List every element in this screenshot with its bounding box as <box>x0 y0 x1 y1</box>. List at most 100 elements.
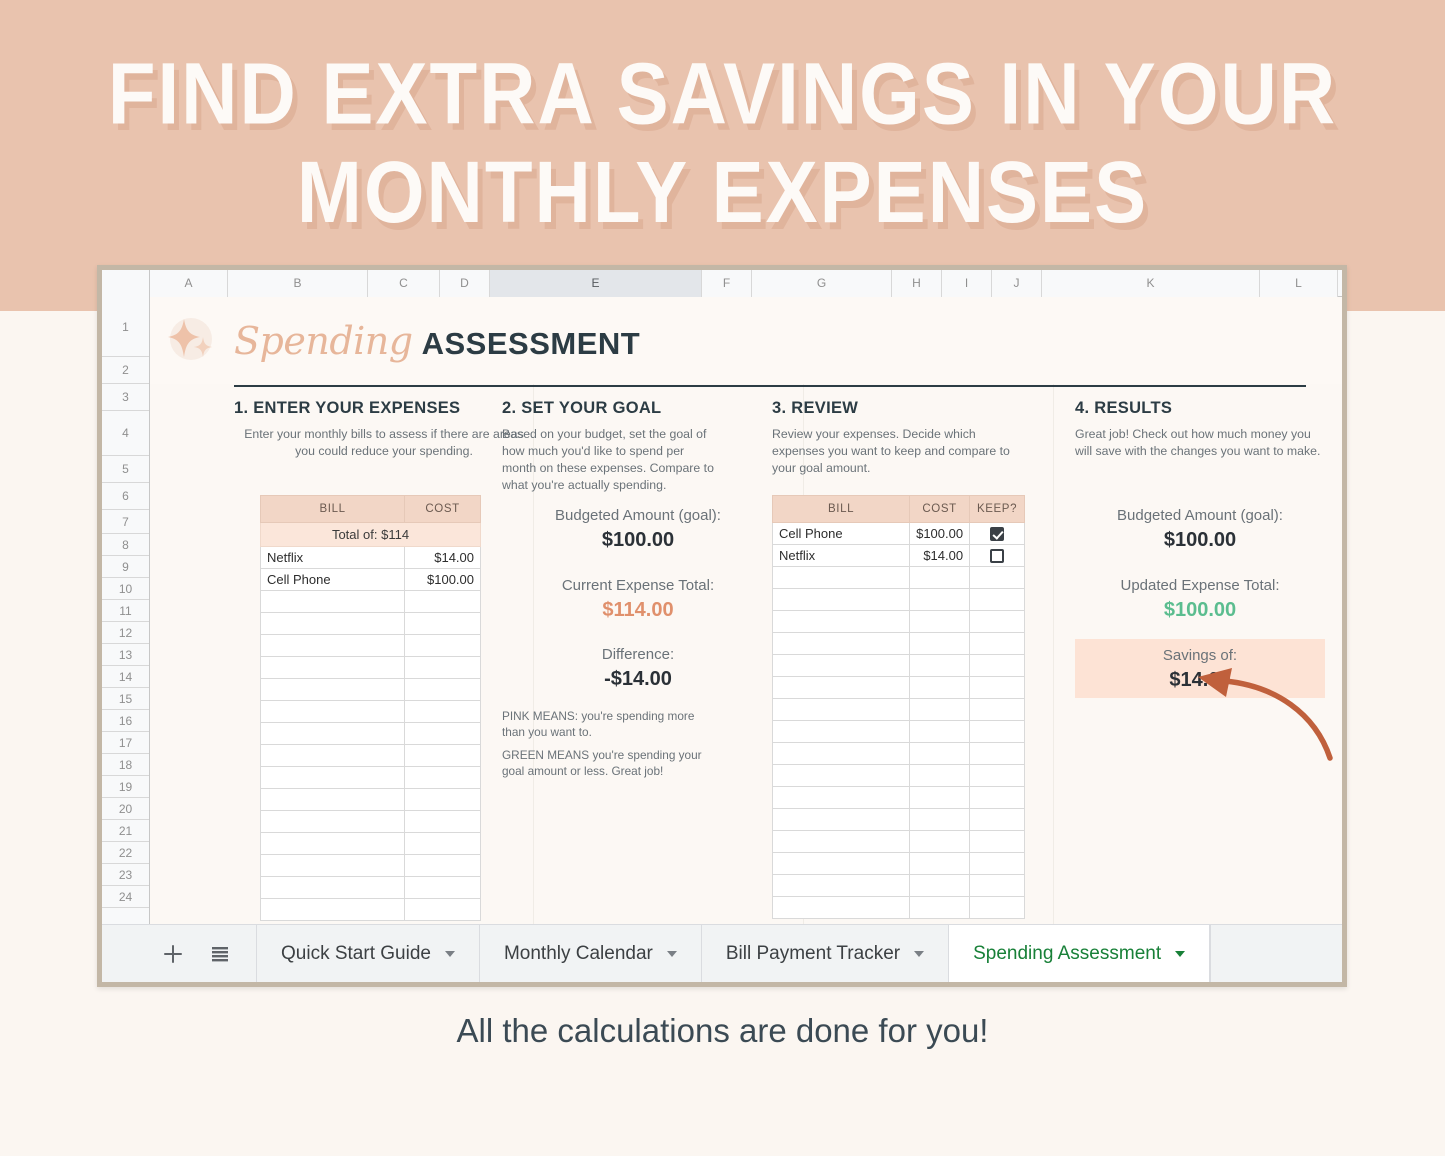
table-row-empty[interactable] <box>771 830 1025 853</box>
column-header-k[interactable]: K <box>1042 270 1260 297</box>
review-keep-cell[interactable] <box>969 544 1025 567</box>
table-row-empty[interactable] <box>771 654 1025 677</box>
row-header-9[interactable]: 9 <box>102 556 149 578</box>
review-bill-cell[interactable] <box>771 632 911 655</box>
expense-cost-cell[interactable] <box>404 832 481 855</box>
expense-bill-cell[interactable] <box>259 656 406 679</box>
chevron-down-icon[interactable] <box>444 950 455 957</box>
review-bill-cell[interactable] <box>771 874 911 897</box>
table-row-empty[interactable] <box>259 898 481 921</box>
row-header-17[interactable]: 17 <box>102 732 149 754</box>
review-bill-cell[interactable] <box>771 742 911 765</box>
expense-bill-cell[interactable] <box>259 634 406 657</box>
select-all-corner[interactable] <box>102 270 150 297</box>
column-header-f[interactable]: F <box>702 270 752 297</box>
expense-bill-cell[interactable] <box>259 810 406 833</box>
keep-checkbox[interactable] <box>990 527 1005 542</box>
table-row-empty[interactable] <box>771 676 1025 699</box>
expense-cost-cell[interactable] <box>404 722 481 745</box>
review-cost-cell[interactable] <box>909 874 971 897</box>
review-table[interactable]: BILL COST KEEP? Cell Phone $100.00 Netflix… <box>771 495 1025 919</box>
plus-icon[interactable] <box>162 943 184 965</box>
review-bill-cell[interactable] <box>771 654 911 677</box>
all-sheets-icon[interactable] <box>210 944 230 964</box>
table-row-empty[interactable] <box>771 720 1025 743</box>
expense-cost-cell[interactable]: $100.00 <box>404 568 481 591</box>
expense-cost-cell[interactable] <box>404 744 481 767</box>
expense-bill-cell[interactable]: Cell Phone <box>259 568 406 591</box>
review-bill-cell[interactable]: Cell Phone <box>771 522 911 545</box>
table-row-empty[interactable] <box>259 612 481 635</box>
review-cost-cell[interactable] <box>909 808 971 831</box>
table-row-empty[interactable] <box>259 634 481 657</box>
review-cost-cell[interactable] <box>909 764 971 787</box>
expense-bill-cell[interactable] <box>259 744 406 767</box>
table-row-empty[interactable] <box>771 610 1025 633</box>
review-bill-cell[interactable] <box>771 830 911 853</box>
row-header-23[interactable]: 23 <box>102 864 149 886</box>
row-header-22[interactable]: 22 <box>102 842 149 864</box>
review-bill-cell[interactable] <box>771 896 911 919</box>
row-header-14[interactable]: 14 <box>102 666 149 688</box>
column-header-b[interactable]: B <box>228 270 368 297</box>
table-row-empty[interactable] <box>771 764 1025 787</box>
row-header-24[interactable]: 24 <box>102 886 149 908</box>
table-row-empty[interactable] <box>771 896 1025 919</box>
review-keep-cell[interactable] <box>969 566 1025 589</box>
review-keep-cell[interactable] <box>969 676 1025 699</box>
row-header-21[interactable]: 21 <box>102 820 149 842</box>
table-row-empty[interactable] <box>771 808 1025 831</box>
column-header-a[interactable]: A <box>150 270 228 297</box>
table-row-empty[interactable] <box>259 678 481 701</box>
column-header-j[interactable]: J <box>992 270 1042 297</box>
review-bill-cell[interactable] <box>771 698 911 721</box>
grid-area[interactable]: Spending ASSESSMENT 1. ENTER YOUR EXPENSE… <box>150 297 1342 927</box>
sheet-tab-bill-payment-tracker[interactable]: Bill Payment Tracker <box>700 925 948 982</box>
review-keep-cell[interactable] <box>969 610 1025 633</box>
expense-bill-cell[interactable] <box>259 678 406 701</box>
chevron-down-icon[interactable] <box>914 950 925 957</box>
table-row[interactable]: Cell Phone $100.00 <box>259 568 481 591</box>
expense-cost-cell[interactable] <box>404 898 481 921</box>
column-header-d[interactable]: D <box>440 270 490 297</box>
review-cost-cell[interactable] <box>909 786 971 809</box>
keep-checkbox[interactable] <box>990 549 1005 564</box>
review-keep-cell[interactable] <box>969 764 1025 787</box>
row-header-6[interactable]: 6 <box>102 483 149 510</box>
expense-bill-cell[interactable] <box>259 898 406 921</box>
column-header-g[interactable]: G <box>752 270 892 297</box>
row-header-16[interactable]: 16 <box>102 710 149 732</box>
row-header-20[interactable]: 20 <box>102 798 149 820</box>
table-row-empty[interactable] <box>259 722 481 745</box>
budgeted-amount-value[interactable]: $100.00 <box>502 527 774 554</box>
column-header-i[interactable]: I <box>942 270 992 297</box>
review-bill-cell[interactable] <box>771 720 911 743</box>
review-bill-cell[interactable]: Netflix <box>771 544 911 567</box>
review-keep-cell[interactable] <box>969 632 1025 655</box>
review-keep-cell[interactable] <box>969 588 1025 611</box>
table-row-empty[interactable] <box>259 766 481 789</box>
expense-cost-cell[interactable] <box>404 678 481 701</box>
expense-bill-cell[interactable] <box>259 832 406 855</box>
review-keep-cell[interactable] <box>969 522 1025 545</box>
table-row-empty[interactable] <box>771 742 1025 765</box>
expense-cost-cell[interactable] <box>404 612 481 635</box>
expense-cost-cell[interactable] <box>404 854 481 877</box>
table-row[interactable]: Cell Phone $100.00 <box>771 522 1025 545</box>
review-bill-cell[interactable] <box>771 786 911 809</box>
row-header-8[interactable]: 8 <box>102 534 149 556</box>
table-row-empty[interactable] <box>259 744 481 767</box>
expense-cost-cell[interactable] <box>404 876 481 899</box>
review-bill-cell[interactable] <box>771 566 911 589</box>
table-row[interactable]: Netflix $14.00 <box>771 544 1025 567</box>
review-cost-cell[interactable] <box>909 830 971 853</box>
expense-cost-cell[interactable] <box>404 634 481 657</box>
row-header-2[interactable]: 2 <box>102 357 149 384</box>
column-header-c[interactable]: C <box>368 270 440 297</box>
review-cost-cell[interactable] <box>909 566 971 589</box>
row-header-12[interactable]: 12 <box>102 622 149 644</box>
table-row-empty[interactable] <box>771 632 1025 655</box>
expense-cost-cell[interactable] <box>404 590 481 613</box>
row-header-4[interactable]: 4 <box>102 411 149 456</box>
review-bill-cell[interactable] <box>771 852 911 875</box>
